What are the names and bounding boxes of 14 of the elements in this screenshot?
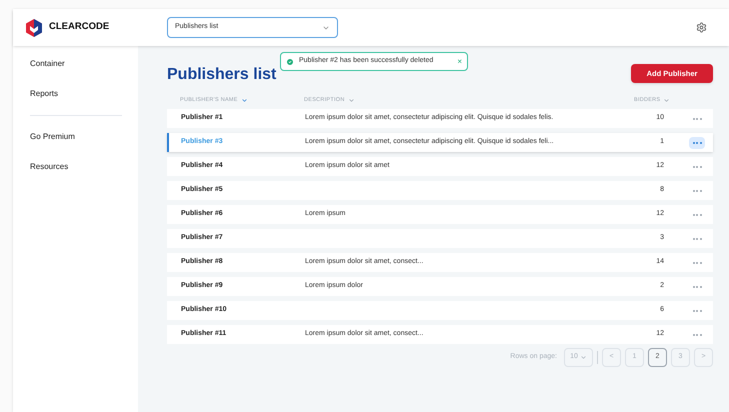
more-options-button[interactable] bbox=[689, 136, 705, 148]
sort-icon bbox=[240, 96, 248, 104]
sort-icon bbox=[348, 96, 355, 104]
chevron-icon bbox=[580, 354, 587, 361]
sort-icon bbox=[663, 96, 670, 104]
sidebar-item[interactable]: Container bbox=[30, 49, 122, 79]
sidebar-item[interactable]: Go Premium bbox=[30, 122, 122, 152]
page-title: Publishers list bbox=[167, 67, 276, 83]
check-icon bbox=[286, 58, 294, 66]
settings-icon[interactable] bbox=[696, 22, 707, 33]
brand-name: CLEARCODE bbox=[49, 20, 110, 34]
sidebar-item[interactable]: Reports bbox=[30, 79, 122, 109]
sidebar-item[interactable]: Resources bbox=[30, 152, 122, 182]
logo-icon bbox=[24, 18, 44, 38]
